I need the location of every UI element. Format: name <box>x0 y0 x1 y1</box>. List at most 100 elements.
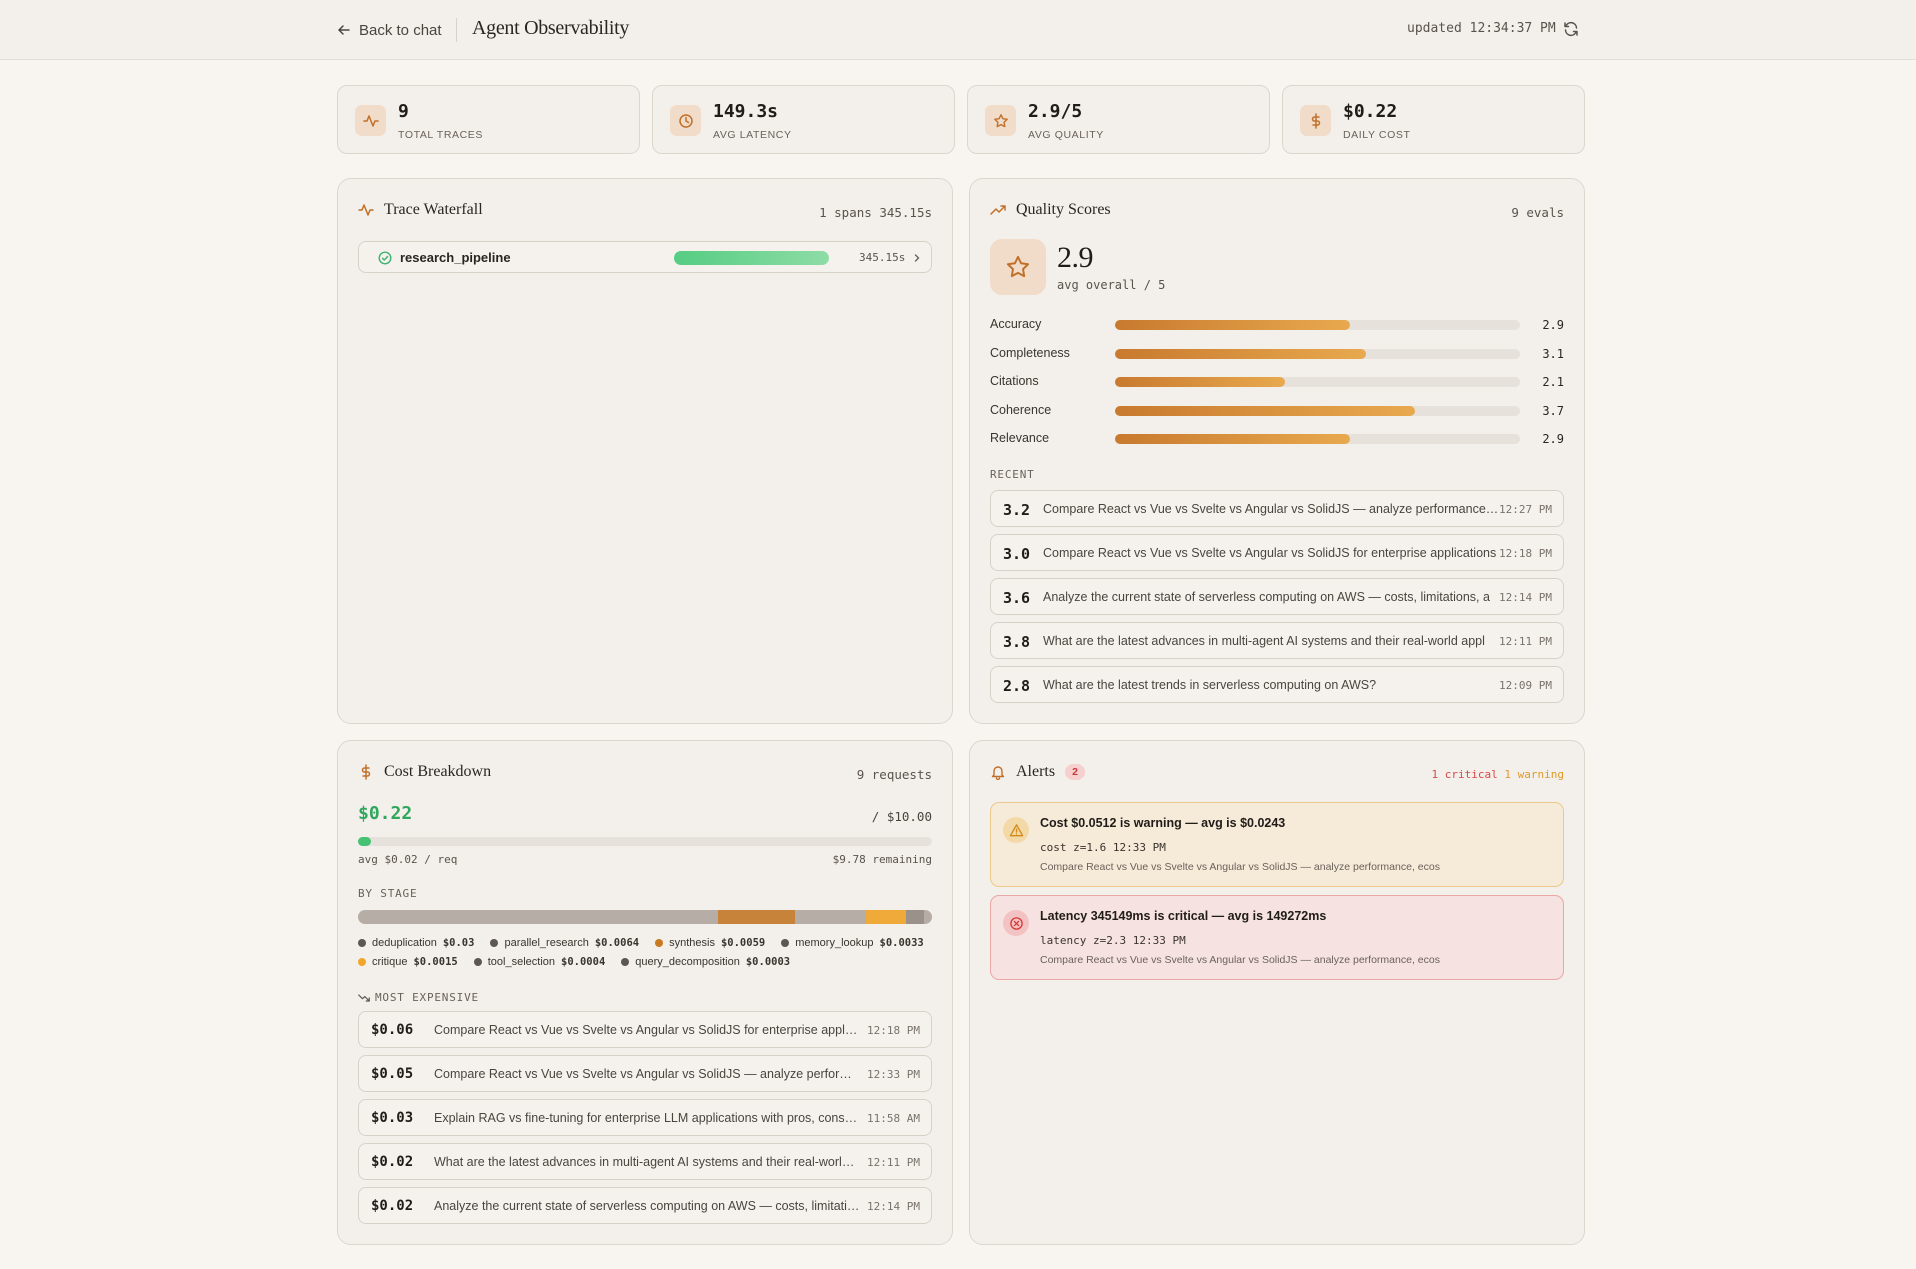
refresh-icon[interactable] <box>1562 20 1580 38</box>
overall-score-caption: avg overall / 5 <box>1057 278 1166 292</box>
metric-relevance: Relevance 2.9 <box>990 431 1564 446</box>
span-count: 1 spans 345.15s <box>819 205 932 220</box>
legend-dot <box>358 939 366 947</box>
warning-triangle-icon <box>1003 817 1029 843</box>
legend-item-synthesis: synthesis $0.0059 <box>655 937 765 949</box>
cost-budget: / $10.00 <box>871 809 932 824</box>
request-count: 9 requests <box>856 767 932 782</box>
star-icon <box>985 105 1016 136</box>
quality-scores-panel: Quality Scores 9 evals 2.9 avg overall /… <box>969 178 1585 724</box>
metric-bar-fill <box>1115 434 1350 444</box>
expensive-request-row[interactable]: $0.05 Compare React vs Vue vs Svelte vs … <box>358 1055 932 1092</box>
stat-card-daily-cost: $0.22 Daily cost <box>1282 85 1585 154</box>
stat-label: Avg latency <box>713 129 792 141</box>
stat-card-avg-quality: 2.9/5 Avg quality <box>967 85 1270 154</box>
stat-value: $0.22 <box>1343 101 1398 122</box>
stat-value: 149.3s <box>713 101 779 122</box>
stat-value: 9 <box>398 101 409 122</box>
metric-citations: Citations 2.1 <box>990 374 1564 389</box>
legend-dot <box>781 939 790 947</box>
top-header: Back to chat Agent Observability updated… <box>0 0 1916 60</box>
stat-label: Total traces <box>398 129 483 141</box>
recent-section-label: RECENT <box>990 468 1035 481</box>
panel-title: Cost Breakdown <box>358 763 491 781</box>
legend-item-query-decomposition: query_decomposition $0.0003 <box>621 956 790 968</box>
cost-remaining: $9.78 remaining <box>832 853 932 866</box>
legend-item-deduplication: deduplication $0.03 <box>358 937 474 949</box>
metric-bar-fill <box>1115 320 1350 330</box>
eval-count: 9 evals <box>1511 205 1564 220</box>
check-circle-icon <box>378 251 392 265</box>
critical-count: 1 critical <box>1431 768 1498 781</box>
stage-segment-memory-lookup <box>865 910 906 924</box>
recent-eval-row[interactable]: 2.8 What are the latest trends in server… <box>990 666 1564 703</box>
arrow-left-icon <box>338 25 350 35</box>
legend-item-critique: critique $0.0015 <box>358 956 458 968</box>
legend-dot <box>655 939 664 947</box>
legend-item-memory-lookup: memory_lookup $0.0033 <box>781 937 924 949</box>
legend-dot <box>621 958 630 966</box>
warning-count: 1 warning <box>1504 768 1564 781</box>
recent-eval-row[interactable]: 3.0 Compare React vs Vue vs Svelte vs An… <box>990 534 1564 571</box>
trace-waterfall-panel: Trace Waterfall 1 spans 345.15s research… <box>337 178 953 724</box>
stage-cost-bar <box>358 910 932 924</box>
budget-progress-bar <box>358 837 932 846</box>
legend-dot <box>473 958 482 966</box>
chevron-right-icon <box>914 254 920 262</box>
cost-avg-per-request: avg $0.02 / req <box>358 853 458 866</box>
stage-segment-deduplication <box>358 910 719 924</box>
metric-bar-fill <box>1115 349 1367 359</box>
span-duration-fill <box>674 251 829 265</box>
dollar-icon <box>361 764 371 780</box>
recent-eval-row[interactable]: 3.8 What are the latest advances in mult… <box>990 622 1564 659</box>
legend-item-parallel-research: parallel_research $0.0064 <box>490 937 639 949</box>
expensive-request-row[interactable]: $0.06 Compare React vs Vue vs Svelte vs … <box>358 1011 932 1048</box>
span-name: research_pipeline <box>400 250 511 265</box>
stat-value: 2.9/5 <box>1028 101 1083 122</box>
bell-icon <box>991 766 1005 780</box>
stage-legend-row-1: deduplication $0.03 parallel_research $0.0… <box>358 937 932 949</box>
alert-card-warning[interactable]: Cost $0.0512 is warning — avg is $0.0243… <box>990 802 1564 887</box>
span-duration: 345.15s <box>859 251 906 264</box>
header-divider <box>456 18 457 42</box>
page-title: Agent Observability <box>472 17 630 39</box>
most-expensive-label: MOST EXPENSIVE <box>358 991 479 1004</box>
stage-segment-critique <box>905 910 924 924</box>
cost-breakdown-panel: Cost Breakdown 9 requests $0.22 / $10.00… <box>337 740 953 1245</box>
legend-dot <box>358 958 366 966</box>
metric-accuracy: Accuracy 2.9 <box>990 317 1564 332</box>
back-to-chat-label: Back to chat <box>359 21 442 39</box>
panel-title: Alerts 2 <box>990 763 1085 781</box>
overall-score: 2.9 <box>1057 241 1094 274</box>
trending-down-icon <box>358 993 370 1002</box>
stage-segment-parallel-research <box>718 910 796 924</box>
expensive-request-row[interactable]: $0.02 Analyze the current state of serve… <box>358 1187 932 1224</box>
alert-card-critical[interactable]: Latency 345149ms is critical — avg is 14… <box>990 895 1564 980</box>
recent-eval-row[interactable]: 3.2 Compare React vs Vue vs Svelte vs An… <box>990 490 1564 527</box>
span-row-research-pipeline[interactable]: research_pipeline 345.15s <box>358 241 932 273</box>
stat-card-total-traces: 9 Total traces <box>337 85 640 154</box>
star-icon <box>990 239 1046 295</box>
trending-up-icon <box>990 205 1006 215</box>
stage-segment-synthesis <box>795 910 866 924</box>
metric-completeness: Completeness 3.1 <box>990 346 1564 361</box>
activity-icon <box>355 105 386 136</box>
stat-label: Daily cost <box>1343 129 1411 141</box>
activity-icon <box>358 204 374 216</box>
back-to-chat-link[interactable]: Back to chat <box>337 20 442 40</box>
x-circle-icon <box>1003 910 1029 936</box>
cost-total: $0.22 <box>358 803 413 824</box>
updated-timestamp: updated 12:34:37 PM <box>1407 21 1556 36</box>
budget-progress-fill <box>358 837 371 846</box>
dollar-icon <box>1300 105 1331 136</box>
by-stage-label: BY STAGE <box>358 887 418 900</box>
alert-count-badge: 2 <box>1065 764 1085 780</box>
alert-severity-counts: 1 critical 1 warning <box>1432 768 1564 781</box>
expensive-request-row[interactable]: $0.03 Explain RAG vs fine-tuning for ent… <box>358 1099 932 1136</box>
metric-bar-fill <box>1115 377 1286 387</box>
stage-legend-row-2: critique $0.0015 tool_selection $0.0004 qu… <box>358 956 932 968</box>
recent-eval-row[interactable]: 3.6 Analyze the current state of serverl… <box>990 578 1564 615</box>
panel-title: Trace Waterfall <box>358 201 483 219</box>
stat-label: Avg quality <box>1028 129 1104 141</box>
expensive-request-row[interactable]: $0.02 What are the latest advances in mu… <box>358 1143 932 1180</box>
